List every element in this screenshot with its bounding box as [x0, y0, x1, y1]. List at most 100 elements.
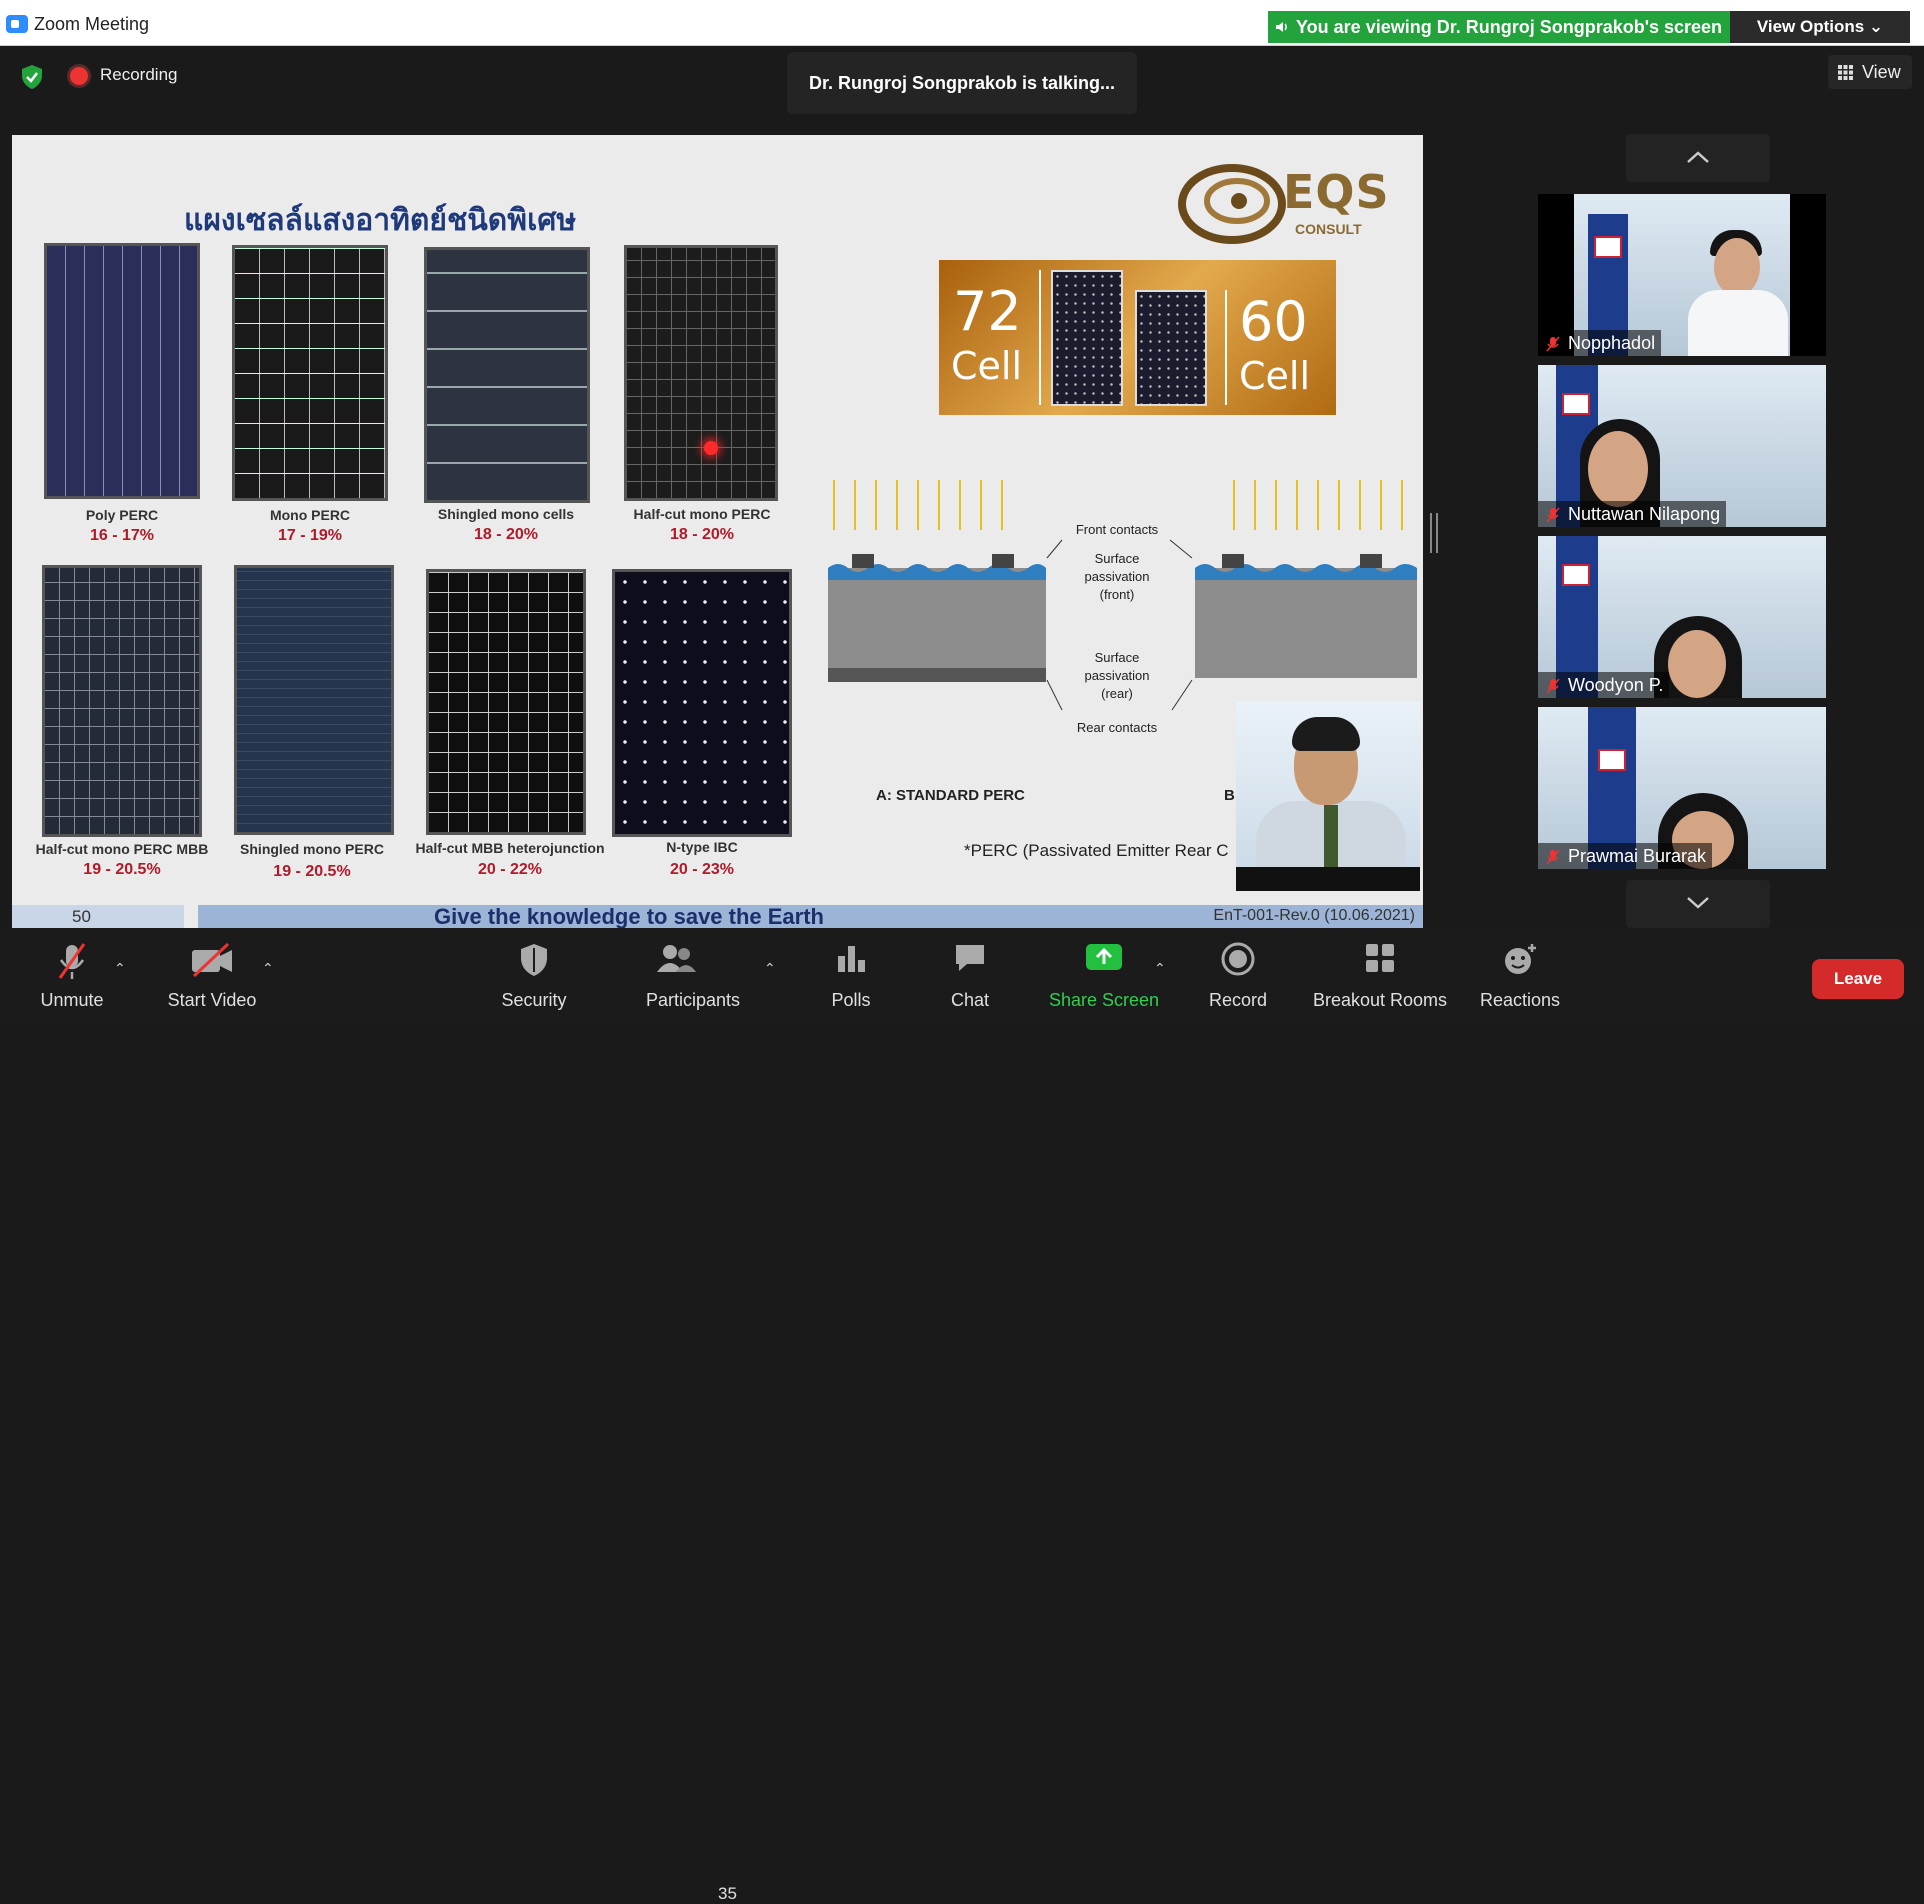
viewing-screen-banner: You are viewing Dr. Rungroj Songprakob's… [1268, 11, 1730, 43]
panel-resize-handle[interactable] [1430, 513, 1438, 553]
participants-icon [657, 945, 696, 972]
record-label: Record [1208, 990, 1268, 1010]
participant-name-bar: Woodyon P. [1538, 672, 1670, 698]
panel-label: N-type IBC [666, 839, 738, 855]
recording-label: Recording [100, 65, 178, 84]
speaker-icon [1276, 22, 1287, 32]
panel-label: Poly PERC [85, 507, 159, 523]
logo-eqs-text: EQS [1283, 165, 1390, 219]
panel-range: 19 - 20.5% [273, 863, 351, 880]
view-options-button[interactable]: View Options ⌄ [1730, 11, 1910, 43]
muted-mic-icon [58, 943, 86, 979]
participant-name-bar: Nopphadol [1538, 330, 1662, 356]
panel-label: Half-cut mono PERC [633, 506, 771, 522]
polls-label: Polls [831, 990, 871, 1010]
participant-shirt [1688, 290, 1788, 356]
meeting-toolbar: Unmute ⌃ Start Video ⌃ Security Particip… [0, 930, 1924, 1903]
panel-label: Shingled mono cells [437, 506, 575, 522]
mini-panel-60 [1135, 290, 1207, 406]
shared-screen-slide: แผงเซลล์แสงอาทิตย์ชนิดพิเศษ EQS CONSULT … [12, 135, 1423, 928]
cell-60-caption: Cell [1239, 354, 1311, 398]
panel-half-cut-mono-perc [624, 245, 778, 501]
start-video-button[interactable]: Start Video [160, 930, 264, 1021]
grid-icon [1838, 65, 1853, 80]
leave-button[interactable]: Leave [1812, 959, 1904, 999]
participants-label: Participants [645, 990, 741, 1010]
surface-front-line2: passivation [1084, 569, 1150, 584]
start-video-label: Start Video [167, 990, 257, 1010]
gallery-scroll-down-button[interactable] [1626, 880, 1770, 928]
zoom-app-icon [6, 15, 28, 33]
breakout-rooms-button[interactable]: Breakout Rooms [1308, 930, 1452, 1021]
gallery-scroll-up-button[interactable] [1626, 134, 1770, 182]
security-button[interactable]: Security [494, 930, 574, 1021]
eqs-consult-logo: EQS CONSULT [1167, 157, 1407, 247]
surface-rear-line3: (rear) [1101, 686, 1133, 701]
front-contacts-label: Front contacts [1075, 522, 1159, 537]
participants-button[interactable]: Participants [636, 930, 750, 1021]
participant-face [1714, 238, 1760, 296]
muted-mic-icon [1546, 678, 1560, 694]
video-options-caret[interactable]: ⌃ [262, 960, 274, 977]
chat-label: Chat [950, 990, 990, 1010]
presenter-hair [1292, 717, 1360, 751]
panel-range: 20 - 23% [669, 861, 735, 878]
title-bar: Zoom Meeting You are viewing Dr. Rungroj… [0, 0, 1924, 46]
slide-doc-ref: EnT-001-Rev.0 (10.06.2021) [1213, 907, 1415, 924]
bafs-logo-icon [1594, 236, 1622, 258]
chat-button[interactable]: Chat [934, 930, 1006, 1021]
active-speaker-notice: Dr. Rungroj Songprakob is talking... [787, 52, 1137, 114]
bafs-logo-icon [1598, 749, 1626, 771]
panel-range: 16 - 17% [89, 527, 155, 544]
video-off-icon [192, 942, 232, 978]
participant-tile[interactable]: Nopphadol [1538, 194, 1826, 356]
audio-options-caret[interactable]: ⌃ [114, 960, 126, 977]
security-shield-icon[interactable] [19, 64, 45, 90]
bafs-logo-icon [1562, 564, 1590, 586]
participant-tile[interactable]: Prawmai Burarak [1538, 707, 1826, 869]
panel-half-cut-mbb-heterojunction [426, 569, 586, 835]
rear-contacts-label: Rear contacts [1076, 720, 1158, 735]
participant-tile[interactable]: Woodyon P. [1538, 536, 1826, 698]
reactions-button[interactable]: Reactions [1474, 930, 1566, 1021]
share-options-caret[interactable]: ⌃ [1154, 960, 1166, 977]
cell-72-bracket [1039, 270, 1041, 405]
panel-range: 18 - 20% [669, 526, 735, 543]
panel-range: 18 - 20% [473, 526, 539, 543]
chat-icon [956, 945, 984, 971]
cell-72-caption: Cell [951, 344, 1023, 388]
participant-name-bar: Nuttawan Nilapong [1538, 501, 1727, 527]
surface-rear-line2: passivation [1084, 668, 1150, 683]
laser-pointer-icon [704, 441, 718, 455]
share-screen-button[interactable]: Share Screen [1046, 930, 1162, 1021]
participant-face [1588, 431, 1648, 507]
view-layout-button[interactable]: View [1828, 55, 1912, 89]
cell-count-comparison: 72 Cell 60 Cell [939, 260, 1336, 415]
viewing-text: You are viewing Dr. Rungroj Songprakob's… [1296, 17, 1723, 37]
participant-name-bar: Prawmai Burarak [1538, 843, 1713, 869]
slide-tagline: Give the knowledge to save the Earth [434, 904, 824, 929]
panel-label: Half-cut mono PERC MBB [35, 841, 209, 857]
surface-front-line1: Surface [1094, 551, 1140, 566]
record-button[interactable]: Record [1200, 930, 1276, 1021]
participants-options-caret[interactable]: ⌃ [764, 960, 776, 977]
panel-label: Half-cut MBB heterojunction [415, 840, 605, 856]
surface-front-line3: (front) [1099, 587, 1135, 602]
caption-standard-perc: A: STANDARD PERC [876, 787, 1025, 804]
participant-name: Nopphadol [1568, 333, 1656, 353]
panel-range: 17 - 19% [277, 527, 343, 544]
logo-consult-text: CONSULT [1295, 221, 1362, 237]
security-label: Security [501, 990, 567, 1010]
cell-72-number: 72 [953, 280, 1022, 343]
panel-range: 20 - 22% [477, 861, 543, 878]
participant-name: Prawmai Burarak [1568, 846, 1707, 866]
surface-rear-line1: Surface [1094, 650, 1140, 665]
perc-footnote: *PERC (Passivated Emitter Rear C [964, 841, 1229, 860]
share-screen-icon [1086, 944, 1122, 970]
participant-tile[interactable]: Nuttawan Nilapong [1538, 365, 1826, 527]
breakout-rooms-icon [1366, 944, 1394, 972]
polls-button[interactable]: Polls [814, 930, 888, 1021]
panel-n-type-ibc [612, 569, 792, 837]
logo-swirl-icon [1178, 164, 1286, 244]
unmute-button[interactable]: Unmute [28, 930, 116, 1021]
